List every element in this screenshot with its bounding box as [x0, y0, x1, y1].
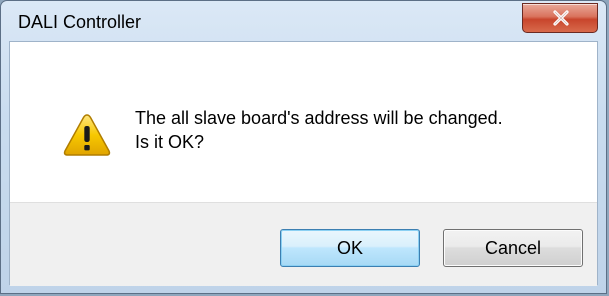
- message-area: The all slave board's address will be ch…: [10, 42, 597, 202]
- ok-button[interactable]: OK: [280, 229, 420, 267]
- cancel-button[interactable]: Cancel: [443, 229, 583, 267]
- dialog-window: DALI Controller The all slave board's ad…: [0, 0, 607, 294]
- title-bar[interactable]: DALI Controller: [1, 1, 606, 41]
- message-text: The all slave board's address will be ch…: [135, 106, 503, 154]
- warning-icon: [63, 114, 111, 156]
- window-title: DALI Controller: [18, 12, 142, 32]
- message-line-2: Is it OK?: [135, 132, 205, 152]
- button-bar: OK Cancel: [10, 202, 597, 286]
- dialog-content: The all slave board's address will be ch…: [9, 41, 598, 286]
- close-button[interactable]: [522, 3, 598, 33]
- close-icon: [553, 10, 569, 26]
- message-line-1: The all slave board's address will be ch…: [135, 108, 503, 128]
